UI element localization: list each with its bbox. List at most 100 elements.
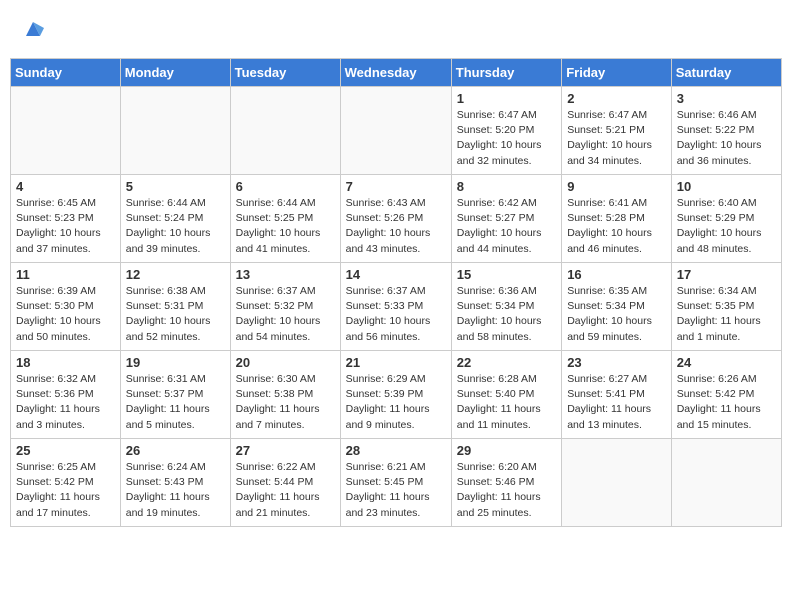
calendar-day-cell: 11Sunrise: 6:39 AM Sunset: 5:30 PM Dayli…	[11, 263, 121, 351]
calendar-day-cell: 5 Sunrise: 6:44 AM Sunset: 5:24 PM Daylig…	[120, 175, 230, 263]
calendar-week-row: 18 Sunrise: 6:32 AM Sunset: 5:36 PM Dayli…	[11, 351, 782, 439]
day-info: Sunrise: 6:26 AM Sunset: 5:42 PM Dayligh…	[677, 372, 776, 433]
calendar-day-cell	[562, 439, 672, 527]
day-number: 9	[567, 179, 666, 194]
day-number: 27	[236, 443, 335, 458]
day-number: 5	[126, 179, 225, 194]
day-info: Sunrise: 6:46 AM Sunset: 5:22 PM Dayligh…	[677, 108, 776, 169]
calendar-day-cell: 25 Sunrise: 6:25 AM Sunset: 5:42 PM Dayli…	[11, 439, 121, 527]
day-info: Sunrise: 6:21 AM Sunset: 5:45 PM Dayligh…	[346, 460, 446, 521]
calendar-day-cell: 9 Sunrise: 6:41 AM Sunset: 5:28 PM Daylig…	[562, 175, 672, 263]
day-number: 20	[236, 355, 335, 370]
calendar-day-cell	[671, 439, 781, 527]
day-info: Sunrise: 6:36 AM Sunset: 5:34 PM Dayligh…	[457, 284, 556, 345]
day-info: Sunrise: 6:25 AM Sunset: 5:42 PM Dayligh…	[16, 460, 115, 521]
calendar-day-header: Friday	[562, 59, 672, 87]
calendar-day-cell: 13 Sunrise: 6:37 AM Sunset: 5:32 PM Dayli…	[230, 263, 340, 351]
day-info: Sunrise: 6:37 AM Sunset: 5:33 PM Dayligh…	[346, 284, 446, 345]
calendar-header-row: SundayMondayTuesdayWednesdayThursdayFrid…	[11, 59, 782, 87]
calendar-day-cell: 22 Sunrise: 6:28 AM Sunset: 5:40 PM Dayli…	[451, 351, 561, 439]
day-number: 22	[457, 355, 556, 370]
calendar-day-header: Wednesday	[340, 59, 451, 87]
day-number: 16	[567, 267, 666, 282]
day-info: Sunrise: 6:41 AM Sunset: 5:28 PM Dayligh…	[567, 196, 666, 257]
day-info: Sunrise: 6:37 AM Sunset: 5:32 PM Dayligh…	[236, 284, 335, 345]
day-info: Sunrise: 6:31 AM Sunset: 5:37 PM Dayligh…	[126, 372, 225, 433]
calendar-day-cell: 20 Sunrise: 6:30 AM Sunset: 5:38 PM Dayli…	[230, 351, 340, 439]
calendar-day-cell: 4 Sunrise: 6:45 AM Sunset: 5:23 PM Daylig…	[11, 175, 121, 263]
calendar-week-row: 4 Sunrise: 6:45 AM Sunset: 5:23 PM Daylig…	[11, 175, 782, 263]
calendar-day-header: Tuesday	[230, 59, 340, 87]
calendar-day-header: Monday	[120, 59, 230, 87]
page-header	[10, 10, 782, 52]
calendar-day-cell	[11, 87, 121, 175]
day-info: Sunrise: 6:27 AM Sunset: 5:41 PM Dayligh…	[567, 372, 666, 433]
calendar-day-cell: 3Sunrise: 6:46 AM Sunset: 5:22 PM Daylig…	[671, 87, 781, 175]
day-info: Sunrise: 6:47 AM Sunset: 5:21 PM Dayligh…	[567, 108, 666, 169]
calendar-day-cell	[340, 87, 451, 175]
calendar-day-cell: 2 Sunrise: 6:47 AM Sunset: 5:21 PM Daylig…	[562, 87, 672, 175]
calendar-day-cell: 14 Sunrise: 6:37 AM Sunset: 5:33 PM Dayli…	[340, 263, 451, 351]
calendar-table: SundayMondayTuesdayWednesdayThursdayFrid…	[10, 58, 782, 527]
calendar-day-header: Sunday	[11, 59, 121, 87]
calendar-day-header: Thursday	[451, 59, 561, 87]
calendar-day-cell: 16 Sunrise: 6:35 AM Sunset: 5:34 PM Dayli…	[562, 263, 672, 351]
day-info: Sunrise: 6:30 AM Sunset: 5:38 PM Dayligh…	[236, 372, 335, 433]
calendar-day-cell	[230, 87, 340, 175]
day-number: 10	[677, 179, 776, 194]
day-info: Sunrise: 6:45 AM Sunset: 5:23 PM Dayligh…	[16, 196, 115, 257]
calendar-day-cell: 19 Sunrise: 6:31 AM Sunset: 5:37 PM Dayli…	[120, 351, 230, 439]
day-info: Sunrise: 6:38 AM Sunset: 5:31 PM Dayligh…	[126, 284, 225, 345]
calendar-day-cell: 17 Sunrise: 6:34 AM Sunset: 5:35 PM Dayli…	[671, 263, 781, 351]
calendar-body: 1 Sunrise: 6:47 AM Sunset: 5:20 PM Daylig…	[11, 87, 782, 527]
calendar-day-cell: 6 Sunrise: 6:44 AM Sunset: 5:25 PM Daylig…	[230, 175, 340, 263]
calendar-day-cell: 8 Sunrise: 6:42 AM Sunset: 5:27 PM Daylig…	[451, 175, 561, 263]
day-number: 7	[346, 179, 446, 194]
day-info: Sunrise: 6:32 AM Sunset: 5:36 PM Dayligh…	[16, 372, 115, 433]
day-info: Sunrise: 6:44 AM Sunset: 5:24 PM Dayligh…	[126, 196, 225, 257]
day-number: 1	[457, 91, 556, 106]
day-number: 2	[567, 91, 666, 106]
day-info: Sunrise: 6:44 AM Sunset: 5:25 PM Dayligh…	[236, 196, 335, 257]
day-number: 24	[677, 355, 776, 370]
day-number: 15	[457, 267, 556, 282]
calendar-week-row: 25 Sunrise: 6:25 AM Sunset: 5:42 PM Dayli…	[11, 439, 782, 527]
logo-icon	[22, 18, 44, 40]
day-info: Sunrise: 6:22 AM Sunset: 5:44 PM Dayligh…	[236, 460, 335, 521]
day-info: Sunrise: 6:29 AM Sunset: 5:39 PM Dayligh…	[346, 372, 446, 433]
calendar-day-cell: 21 Sunrise: 6:29 AM Sunset: 5:39 PM Dayli…	[340, 351, 451, 439]
calendar-day-header: Saturday	[671, 59, 781, 87]
day-number: 8	[457, 179, 556, 194]
calendar-week-row: 1 Sunrise: 6:47 AM Sunset: 5:20 PM Daylig…	[11, 87, 782, 175]
day-number: 6	[236, 179, 335, 194]
calendar-day-cell: 1 Sunrise: 6:47 AM Sunset: 5:20 PM Daylig…	[451, 87, 561, 175]
calendar-week-row: 11Sunrise: 6:39 AM Sunset: 5:30 PM Dayli…	[11, 263, 782, 351]
day-info: Sunrise: 6:20 AM Sunset: 5:46 PM Dayligh…	[457, 460, 556, 521]
day-info: Sunrise: 6:24 AM Sunset: 5:43 PM Dayligh…	[126, 460, 225, 521]
calendar-day-cell: 26 Sunrise: 6:24 AM Sunset: 5:43 PM Dayli…	[120, 439, 230, 527]
day-number: 4	[16, 179, 115, 194]
day-number: 25	[16, 443, 115, 458]
day-number: 14	[346, 267, 446, 282]
calendar-day-cell: 28Sunrise: 6:21 AM Sunset: 5:45 PM Dayli…	[340, 439, 451, 527]
calendar-day-cell: 12 Sunrise: 6:38 AM Sunset: 5:31 PM Dayli…	[120, 263, 230, 351]
day-number: 13	[236, 267, 335, 282]
calendar-day-cell	[120, 87, 230, 175]
day-number: 21	[346, 355, 446, 370]
day-number: 17	[677, 267, 776, 282]
day-info: Sunrise: 6:47 AM Sunset: 5:20 PM Dayligh…	[457, 108, 556, 169]
calendar-day-cell: 23 Sunrise: 6:27 AM Sunset: 5:41 PM Dayli…	[562, 351, 672, 439]
day-number: 19	[126, 355, 225, 370]
logo	[20, 18, 44, 48]
day-number: 23	[567, 355, 666, 370]
day-info: Sunrise: 6:34 AM Sunset: 5:35 PM Dayligh…	[677, 284, 776, 345]
day-number: 18	[16, 355, 115, 370]
calendar-day-cell: 7Sunrise: 6:43 AM Sunset: 5:26 PM Daylig…	[340, 175, 451, 263]
day-number: 26	[126, 443, 225, 458]
day-info: Sunrise: 6:28 AM Sunset: 5:40 PM Dayligh…	[457, 372, 556, 433]
calendar-day-cell: 27 Sunrise: 6:22 AM Sunset: 5:44 PM Dayli…	[230, 439, 340, 527]
day-info: Sunrise: 6:42 AM Sunset: 5:27 PM Dayligh…	[457, 196, 556, 257]
day-number: 12	[126, 267, 225, 282]
day-number: 11	[16, 267, 115, 282]
day-info: Sunrise: 6:35 AM Sunset: 5:34 PM Dayligh…	[567, 284, 666, 345]
